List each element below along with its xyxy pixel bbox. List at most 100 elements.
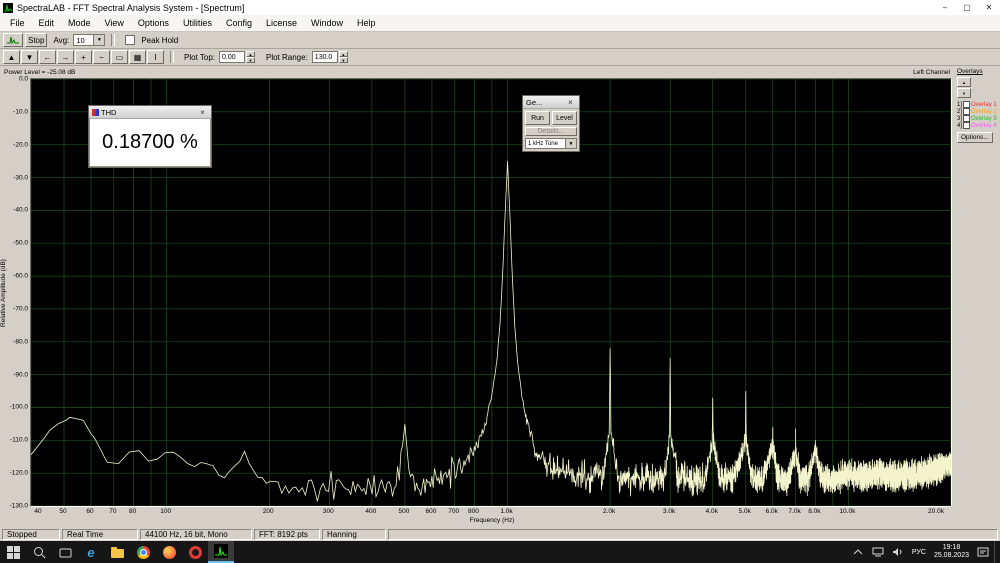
- overlay-number: 4]: [957, 123, 962, 129]
- overlay-scroll-down-button[interactable]: ▼: [957, 88, 971, 98]
- x-tick-label: 8.0k: [808, 508, 820, 515]
- avg-value: 10: [76, 36, 84, 45]
- generator-run-button[interactable]: Run: [525, 111, 550, 125]
- generator-level-button[interactable]: Level: [552, 111, 577, 125]
- x-tick-label: 80: [129, 508, 136, 515]
- close-icon[interactable]: ✕: [978, 0, 1000, 15]
- maximize-icon[interactable]: ▢: [956, 0, 978, 15]
- thd-value: 0.18700 %: [89, 119, 211, 167]
- task-view-button[interactable]: [52, 541, 78, 563]
- generator-details-button: Details...: [525, 127, 577, 136]
- menu-window[interactable]: Window: [304, 16, 350, 30]
- overlay-checkbox[interactable]: [963, 101, 970, 108]
- run-button[interactable]: [3, 33, 23, 47]
- menu-help[interactable]: Help: [350, 16, 383, 30]
- taskbar-edge-button[interactable]: e: [78, 541, 104, 563]
- avg-label: Avg:: [53, 36, 69, 45]
- tray-network-button[interactable]: [869, 541, 887, 563]
- plot-top-value[interactable]: 0.00: [219, 51, 245, 63]
- tray-volume-button[interactable]: [889, 541, 907, 563]
- thd-window[interactable]: THD × 0.18700 %: [88, 105, 212, 168]
- plot-tool-buttons: ▲▼←→+−▭▦I: [3, 50, 164, 64]
- zoom-out-button[interactable]: −: [93, 50, 110, 64]
- grid-button[interactable]: ▦: [129, 50, 146, 64]
- status-bar: StoppedReal Time44100 Hz, 16 bit, MonoFF…: [0, 528, 1000, 541]
- overlay-number: 1]: [957, 102, 962, 108]
- generator-signal-select[interactable]: 1 kHz Tone ▼: [525, 138, 577, 149]
- taskbar-spectralab-button[interactable]: [208, 541, 234, 563]
- x-tick-label: 300: [323, 508, 334, 515]
- y-tick-label: -130.0: [10, 503, 28, 510]
- overlay-checkbox[interactable]: [963, 115, 970, 122]
- taskbar-firefox-button[interactable]: [156, 541, 182, 563]
- action-center-icon: [977, 547, 989, 557]
- spin-down-icon[interactable]: ▼: [339, 57, 348, 63]
- autoscale-button[interactable]: ▭: [111, 50, 128, 64]
- peak-hold-checkbox[interactable]: [125, 35, 135, 45]
- plot-range-value[interactable]: 130.0: [312, 51, 338, 63]
- language-indicator[interactable]: РУС: [909, 549, 929, 556]
- overlay-label[interactable]: Overlay 3: [971, 116, 997, 122]
- clock-time: 19:18: [934, 544, 969, 552]
- taskbar-clock[interactable]: 19:18 25.08.2023: [931, 544, 972, 560]
- folder-icon: [111, 549, 124, 558]
- menu-utilities[interactable]: Utilities: [176, 16, 219, 30]
- menu-edit[interactable]: Edit: [32, 16, 62, 30]
- menu-config[interactable]: Config: [219, 16, 259, 30]
- menu-view[interactable]: View: [98, 16, 131, 30]
- waveform-icon: [6, 35, 20, 45]
- menu-options[interactable]: Options: [131, 16, 176, 30]
- overlay-label[interactable]: Overlay 1: [971, 102, 997, 108]
- status-window-function: Hanning: [322, 529, 386, 540]
- thd-close-icon[interactable]: ×: [197, 108, 208, 117]
- shift-left-button[interactable]: ←: [39, 50, 56, 64]
- x-tick-label: 100: [160, 508, 171, 515]
- taskbar-opera-button[interactable]: [182, 541, 208, 563]
- taskbar-explorer-button[interactable]: [104, 541, 130, 563]
- generator-close-icon[interactable]: ×: [565, 98, 576, 107]
- x-tick-label: 200: [263, 508, 274, 515]
- scale-up-button[interactable]: ▲: [3, 50, 20, 64]
- generator-window-titlebar[interactable]: Ge... ×: [523, 96, 579, 109]
- zoom-in-button[interactable]: +: [75, 50, 92, 64]
- overlay-label[interactable]: Overlay 2: [971, 109, 997, 115]
- shift-right-button[interactable]: →: [57, 50, 74, 64]
- start-button[interactable]: [0, 541, 26, 563]
- overlay-checkbox[interactable]: [963, 108, 970, 115]
- x-tick-label: 1.0k: [500, 508, 512, 515]
- plot-top-stepper[interactable]: 0.00 ▲ ▼: [219, 51, 255, 63]
- chevron-down-icon: ▼: [93, 35, 104, 45]
- scale-down-button[interactable]: ▼: [21, 50, 38, 64]
- overlay-label[interactable]: Overlay 4: [971, 123, 997, 129]
- overlay-checkbox[interactable]: [963, 122, 970, 129]
- spectralab-icon: [214, 544, 228, 558]
- windows-logo-icon: [7, 546, 20, 559]
- window-title: SpectraLAB - FFT Spectral Analysis Syste…: [17, 3, 934, 13]
- x-tick-label: 600: [425, 508, 436, 515]
- overlay-row: 3]Overlay 3: [957, 115, 997, 122]
- thd-window-titlebar[interactable]: THD ×: [89, 106, 211, 119]
- channel-label: Left Channel: [913, 69, 950, 76]
- taskbar-chrome-button[interactable]: [130, 541, 156, 563]
- avg-select[interactable]: 10 ▼: [73, 34, 105, 46]
- generator-window[interactable]: Ge... × Run Level Details... 1 kHz Tone …: [522, 95, 580, 152]
- overlay-row: 2]Overlay 2: [957, 108, 997, 115]
- x-tick-label: 2.0k: [603, 508, 615, 515]
- cursor-button[interactable]: I: [147, 50, 164, 64]
- app-icon: [3, 3, 13, 13]
- spin-down-icon[interactable]: ▼: [246, 57, 255, 63]
- minimize-icon[interactable]: –: [934, 0, 956, 15]
- overlay-options-button[interactable]: Options...: [957, 132, 993, 143]
- plot-range-label: Plot Range:: [266, 53, 308, 62]
- menu-file[interactable]: File: [3, 16, 32, 30]
- action-center-button[interactable]: [974, 541, 992, 563]
- stop-button[interactable]: Stop: [25, 33, 47, 47]
- tray-chevron-button[interactable]: [849, 541, 867, 563]
- search-button[interactable]: [26, 541, 52, 563]
- menu-mode[interactable]: Mode: [61, 16, 98, 30]
- menu-license[interactable]: License: [259, 16, 304, 30]
- overlay-scroll-up-button[interactable]: ▲: [957, 77, 971, 87]
- show-desktop-button[interactable]: [994, 541, 999, 563]
- y-axis-ticks: 0.0-10.0-20.0-30.0-40.0-50.0-60.0-70.0-8…: [11, 78, 30, 507]
- plot-range-stepper[interactable]: 130.0 ▲ ▼: [312, 51, 348, 63]
